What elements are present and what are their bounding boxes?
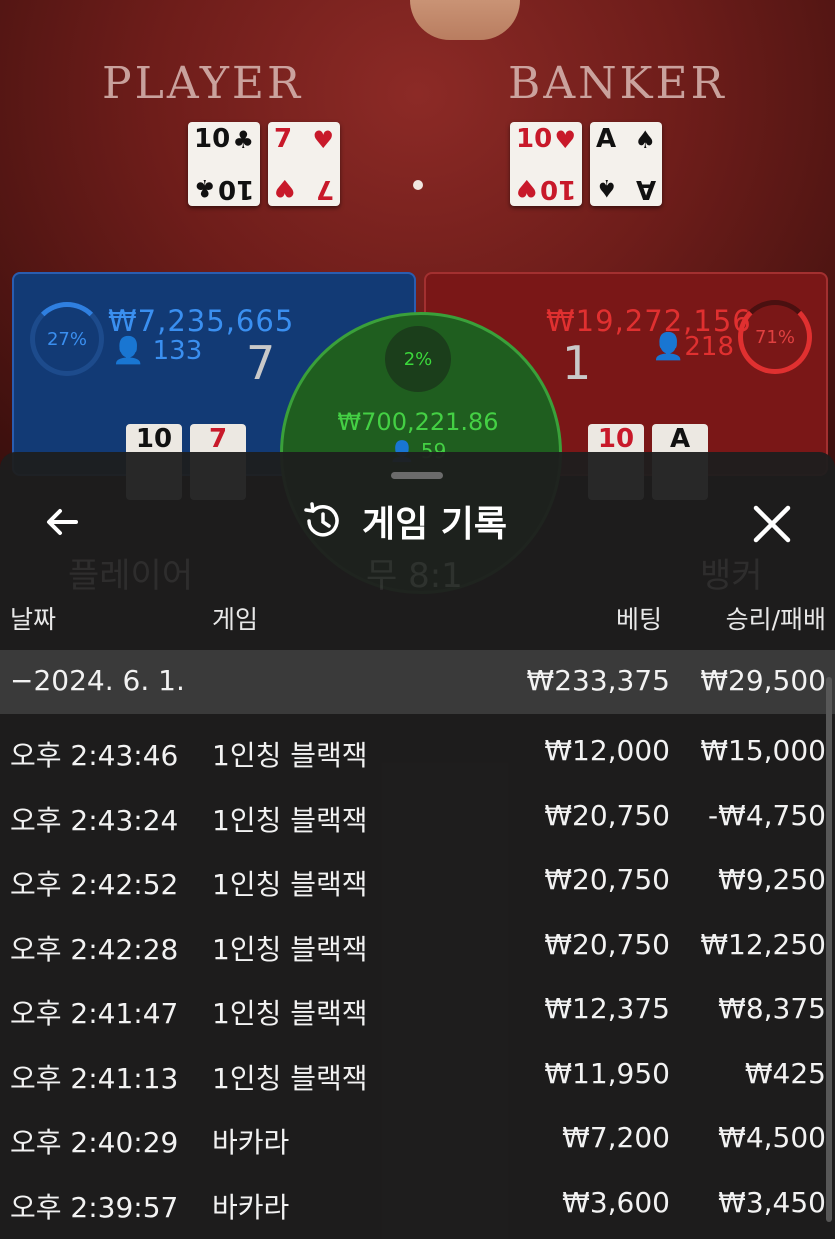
ghost-tie-label: 무 8:1	[366, 556, 463, 596]
row-game: 바카라	[212, 1126, 290, 1159]
user-icon: 👤	[652, 332, 685, 362]
history-row[interactable]: 오후 2:43:46 1인칭 블랙잭 ₩12,000 ₩15,000	[0, 722, 835, 786]
sheet-drag-handle[interactable]	[391, 472, 443, 479]
row-result: -₩4,750	[708, 798, 826, 832]
banker-card-1: 10 ♥ 10 ♥	[510, 122, 582, 206]
row-result: ₩9,250	[718, 863, 826, 896]
ghost-player-label: 플레이어	[68, 556, 194, 596]
history-row[interactable]: 오후 2:40:29 바카라 ₩7,200 ₩4,500	[0, 1109, 835, 1173]
banker-score: 1	[562, 336, 592, 390]
row-time: 오후 2:42:28	[10, 932, 179, 966]
player-total-amount: ₩7,235,665	[108, 304, 295, 338]
game-history-sheet: 플레이어 무 8:1 뱅커 게임 기록 날짜 게임 베팅 승리/패배 −2024…	[0, 452, 835, 1239]
row-bet: ₩20,750	[544, 863, 670, 896]
row-time: 오후 2:42:52	[10, 868, 179, 901]
player-count: 👤 133	[112, 336, 203, 366]
sheet-header: 게임 기록	[300, 496, 507, 546]
row-time: 오후 2:41:13	[10, 1061, 179, 1095]
arrow-left-icon	[47, 509, 78, 535]
row-bet: ₩11,950	[544, 1056, 670, 1090]
row-bet: ₩3,600	[562, 1185, 670, 1219]
row-game: 1인칭 블랙잭	[212, 803, 368, 837]
date-group-row[interactable]: −2024. 6. 1. ₩233,375 ₩29,500	[0, 650, 835, 714]
banker-label: BANKER	[508, 58, 727, 109]
row-result: ₩12,250	[700, 927, 826, 961]
row-game: 1인칭 블랙잭	[212, 997, 368, 1030]
column-header-result: 승리/패배	[725, 605, 826, 634]
history-row[interactable]: 오후 2:43:24 1인칭 블랙잭 ₩20,750 -₩4,750	[0, 787, 835, 851]
history-icon	[304, 502, 339, 537]
tie-percent: 2%	[385, 326, 451, 392]
sheet-title: 게임 기록	[362, 504, 508, 545]
row-time: 오후 2:39:57	[10, 1190, 179, 1224]
date-group-label: −2024. 6. 1.	[10, 664, 185, 697]
player-percent-ring: 27%	[30, 302, 104, 376]
row-time: 오후 2:41:47	[10, 997, 179, 1030]
history-row[interactable]: 오후 2:41:13 1인칭 블랙잭 ₩11,950 ₩425	[0, 1045, 835, 1109]
column-header-game: 게임	[212, 605, 259, 634]
row-game: 1인칭 블랙잭	[212, 868, 368, 901]
user-icon: 👤	[112, 336, 145, 366]
row-result: ₩425	[744, 1056, 826, 1090]
row-result: ₩8,375	[718, 992, 826, 1025]
scrollbar[interactable]	[826, 677, 832, 1222]
close-button[interactable]	[748, 500, 796, 548]
player-score: 7	[246, 336, 276, 390]
row-bet: ₩12,375	[544, 992, 670, 1025]
player-label: PLAYER	[102, 58, 304, 109]
date-group-bet-total: ₩233,375	[526, 664, 670, 697]
column-header-date: 날짜	[10, 605, 57, 634]
close-icon	[753, 505, 791, 543]
history-row[interactable]: 오후 2:41:47 1인칭 블랙잭 ₩12,375 ₩8,375	[0, 980, 835, 1044]
history-row[interactable]: 오후 2:42:52 1인칭 블랙잭 ₩20,750 ₩9,250	[0, 851, 835, 915]
column-header-bet: 베팅	[615, 605, 662, 634]
row-game: 1인칭 블랙잭	[212, 1061, 368, 1095]
banker-count: 👤218	[652, 332, 735, 362]
row-game: 1인칭 블랙잭	[212, 932, 368, 966]
history-row[interactable]: 오후 2:42:28 1인칭 블랙잭 ₩20,750 ₩12,250	[0, 916, 835, 980]
player-card-1: 10 ♣ 10 ♣	[188, 122, 260, 206]
row-bet: ₩20,750	[544, 798, 670, 832]
row-time: 오후 2:43:24	[10, 803, 179, 837]
row-bet: ₩12,000	[544, 734, 670, 767]
row-result: ₩15,000	[700, 734, 826, 767]
row-bet: ₩7,200	[562, 1121, 670, 1154]
player-card-2: 7 ♥ 7 ♥	[268, 122, 340, 206]
date-group-result-total: ₩29,500	[700, 664, 826, 697]
row-bet: ₩20,750	[544, 927, 670, 961]
banker-card-2: A ♠ A ♠	[590, 122, 662, 206]
ghost-banker-label: 뱅커	[700, 556, 763, 596]
dealer-hand	[410, 0, 520, 40]
history-row[interactable]: 오후 2:39:57 바카라 ₩3,600 ₩3,450	[0, 1174, 835, 1238]
table-marker	[413, 180, 423, 190]
row-time: 오후 2:40:29	[10, 1126, 179, 1159]
row-result: ₩3,450	[718, 1185, 826, 1219]
row-game: 바카라	[212, 1190, 290, 1224]
row-time: 오후 2:43:46	[10, 739, 179, 772]
row-result: ₩4,500	[718, 1121, 826, 1154]
back-button[interactable]	[40, 500, 84, 544]
row-game: 1인칭 블랙잭	[212, 739, 368, 772]
